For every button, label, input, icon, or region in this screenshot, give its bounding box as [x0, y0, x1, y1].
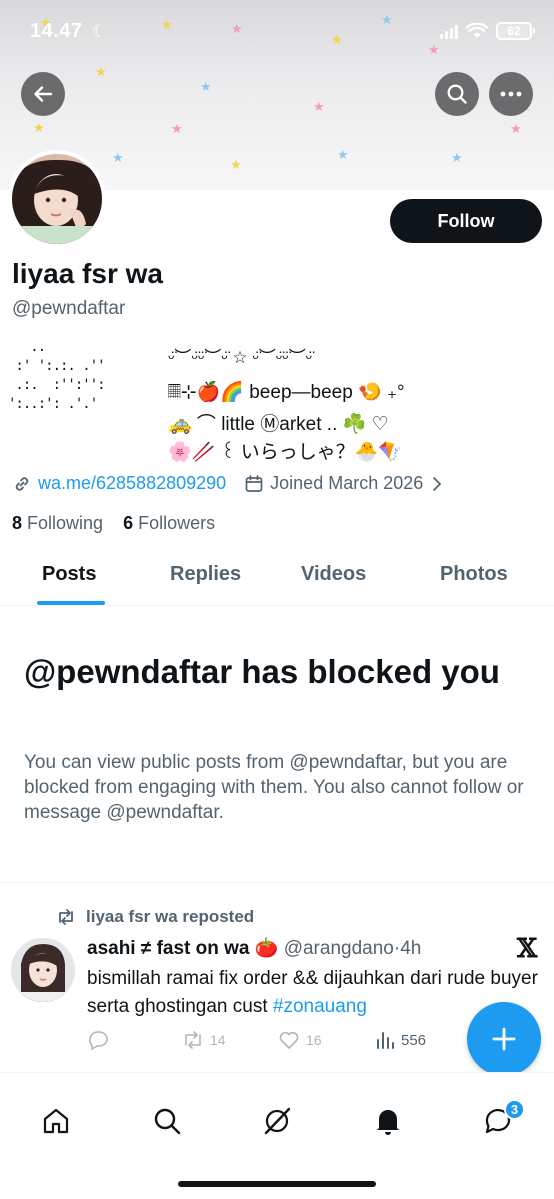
star-decoration: ★ [451, 150, 463, 165]
repost-context: liyaa fsr wa reposted [56, 907, 254, 927]
search-button[interactable] [435, 72, 479, 116]
search-icon [154, 1108, 181, 1135]
views-button[interactable]: 556 [375, 1030, 426, 1050]
blocked-title: @pewndaftar has blocked you [24, 653, 500, 690]
chevron-right-icon[interactable] [429, 476, 445, 492]
avatar-image [12, 154, 102, 244]
blocked-description: You can view public posts from @pewndaft… [24, 752, 524, 823]
star-decoration: ★ [95, 64, 107, 79]
calendar-icon [245, 474, 263, 492]
profile-avatar[interactable] [8, 150, 106, 248]
search-icon [447, 84, 467, 104]
profile-meta: wa.me/6285882809290 Joined March 2026 [12, 473, 445, 494]
star-decoration: ★ [510, 121, 522, 136]
profile-handle: @pewndaftar [12, 298, 126, 319]
arrow-left-icon [34, 86, 53, 102]
star-decoration: ★ [171, 121, 183, 136]
post-author-name[interactable]: asahi ≠ fast on wa 🍅 [87, 938, 278, 959]
wifi-icon [466, 23, 488, 38]
home-icon [43, 1108, 69, 1134]
retweet-icon [185, 1031, 201, 1049]
following-stat[interactable]: 8 Following [12, 513, 103, 533]
star-decoration: ★ [33, 120, 45, 135]
post-text[interactable]: bismillah ramai fix order && dijauhkan d… [87, 965, 542, 1021]
post-avatar-image [11, 938, 75, 1002]
like-count: 16 [306, 1032, 322, 1048]
heart-icon [279, 1031, 299, 1049]
reply-button[interactable] [87, 1030, 109, 1050]
star-decoration: ★ [381, 12, 393, 27]
bottom-navigation [0, 1072, 554, 1199]
star-decoration: ★ [428, 42, 440, 57]
status-indicators: 62 [440, 22, 535, 40]
grok-icon [264, 1107, 291, 1135]
post-header: asahi ≠ fast on wa 🍅 @arangdano·4h [87, 936, 421, 960]
active-tab-indicator [37, 601, 105, 605]
bio-line: 🚕 ⌒ little Ⓜarket .. ☘️ ♡ [168, 414, 389, 435]
bio-dot-art: .. :' ':.:. .'' .:. :'':'': ':..:': .'.' [8, 339, 106, 412]
nav-search[interactable] [151, 1105, 183, 1137]
nav-notifications[interactable] [372, 1105, 404, 1137]
star-decoration: ★ [230, 157, 242, 172]
followers-label: Followers [138, 513, 216, 533]
messages-badge: 3 [504, 1099, 525, 1120]
profile-website-link[interactable]: wa.me/6285882809290 [38, 473, 226, 494]
following-count: 8 [12, 513, 23, 533]
star-decoration: ★ [337, 147, 349, 162]
star-decoration: ★ [231, 21, 243, 36]
followers-stat[interactable]: 6 Followers [123, 513, 215, 533]
back-button[interactable] [21, 72, 65, 116]
repost-icon [59, 909, 73, 925]
repost-button[interactable]: 14 [182, 1030, 226, 1050]
link-icon [15, 476, 29, 491]
plus-icon [492, 1027, 516, 1051]
bio-line: ᵕ̈︶ᵕ̈ᵕ̈︶ᵕ̈ ☆ ᵕ̈︶ᵕ̈ᵕ̈︶ᵕ̈ [168, 348, 313, 367]
more-options-button[interactable] [489, 72, 533, 116]
star-decoration: ★ [200, 79, 212, 94]
follow-button[interactable]: Follow [390, 199, 542, 243]
follow-stats: 8 Following 6 Followers [12, 513, 215, 534]
more-dots-icon [500, 91, 522, 97]
star-decoration: ★ [313, 99, 325, 114]
post-actions: 14 16 556 [87, 1030, 447, 1054]
post-time: 4h [400, 938, 422, 959]
status-time: 14.47 [30, 20, 83, 42]
bio-line: 🌸🥢 ꒰ いらっしゃ？🐣🪁 [168, 442, 403, 463]
tab-posts[interactable]: Posts [42, 563, 96, 586]
reply-icon [89, 1031, 108, 1050]
profile-tabs: Posts Replies Videos Photos [0, 548, 554, 606]
like-button[interactable]: 16 [278, 1030, 322, 1050]
nav-grok[interactable] [261, 1105, 293, 1137]
battery-indicator: 62 [496, 22, 535, 40]
followers-count: 6 [123, 513, 134, 533]
repost-count: 14 [210, 1032, 226, 1048]
profile-display-name: liyaa fsr wa [12, 258, 163, 289]
tab-replies[interactable]: Replies [170, 563, 241, 586]
bio-line: 𝄜⊹🍎🌈 beep—beep 🍤 ₊° [168, 382, 405, 403]
views-bar-chart-icon [377, 1032, 394, 1049]
section-divider [0, 882, 554, 883]
post-author-handle[interactable]: @arangdano [284, 938, 394, 959]
profile-joined-date: Joined March 2026 [270, 473, 424, 493]
star-decoration: ★ [161, 17, 173, 32]
bell-icon [377, 1110, 399, 1135]
star-decoration: ★ [331, 32, 343, 47]
post-author-avatar[interactable] [11, 938, 75, 1002]
post-hashtag[interactable]: #zonauang [273, 996, 367, 1017]
following-label: Following [27, 513, 104, 533]
view-count: 556 [401, 1031, 427, 1049]
compose-button[interactable] [467, 1002, 541, 1076]
nav-home[interactable] [40, 1105, 72, 1137]
star-decoration: ★ [112, 150, 124, 165]
tab-videos[interactable]: Videos [301, 563, 366, 586]
repost-label[interactable]: liyaa fsr wa reposted [86, 907, 254, 927]
x-logo-icon: 𝕏 [517, 934, 538, 964]
cellular-signal-icon [440, 23, 458, 39]
home-indicator[interactable] [178, 1181, 376, 1187]
moon-icon: ☾ [92, 22, 108, 41]
tab-photos[interactable]: Photos [440, 563, 508, 586]
